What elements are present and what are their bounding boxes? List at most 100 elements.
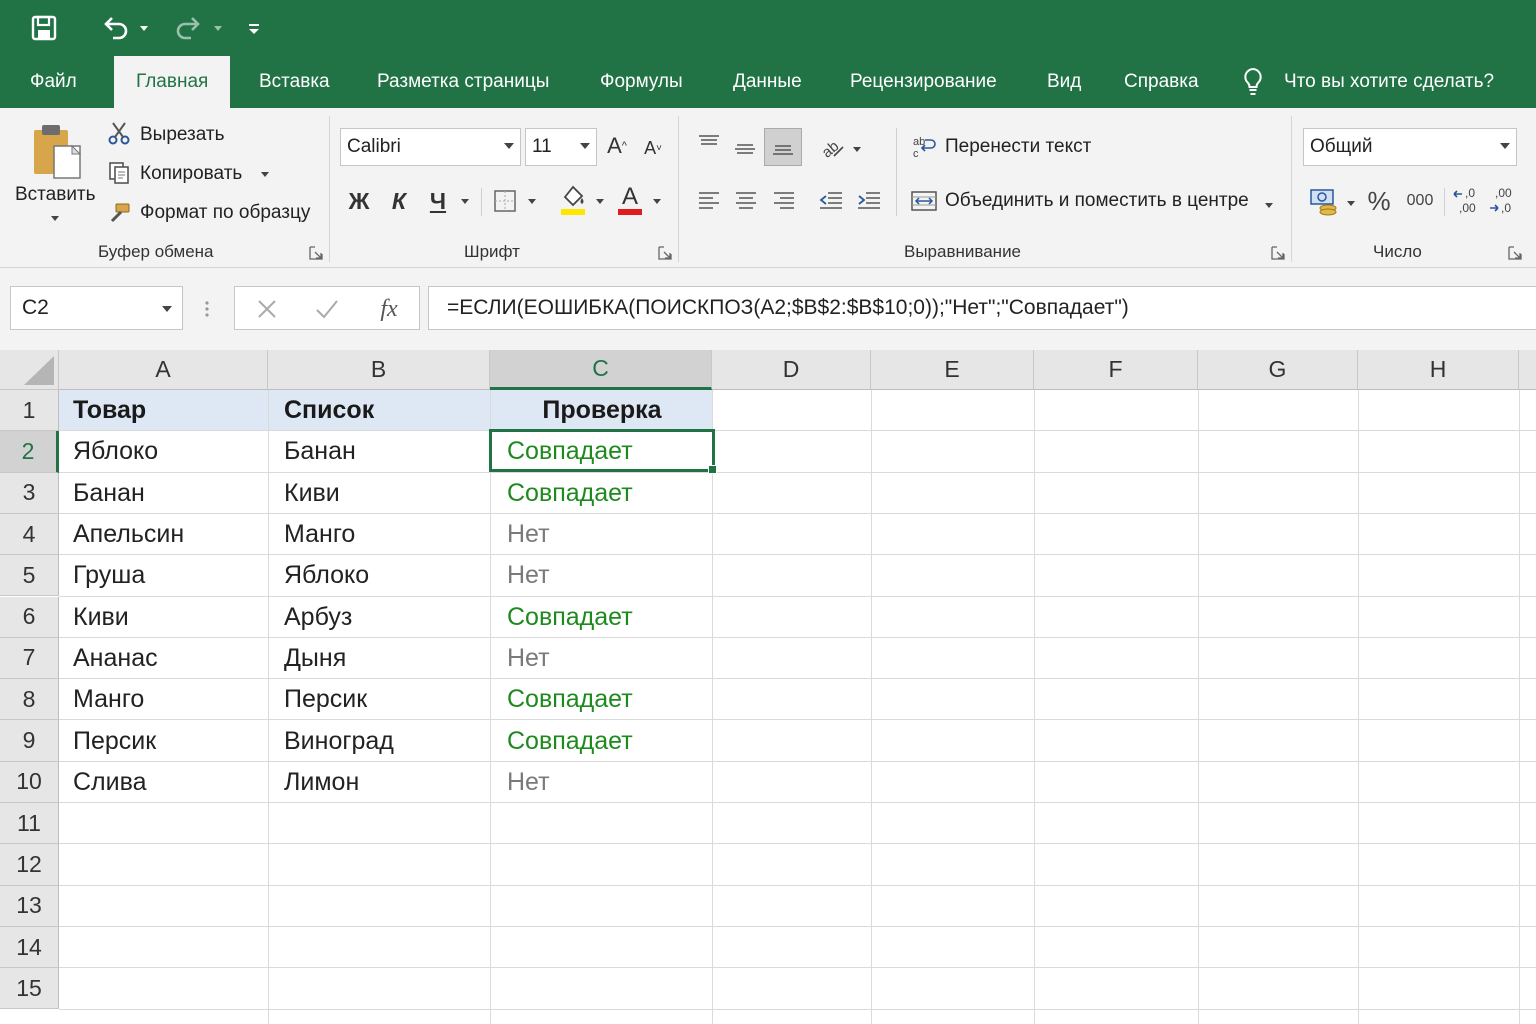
cell-c13[interactable] [491,886,713,927]
tab-help[interactable]: Справка [1124,56,1199,108]
cell-a3[interactable]: Банан [73,473,145,514]
cell-c5[interactable]: Нет [491,555,713,596]
name-box[interactable]: C2 [10,286,183,330]
customize-toolbar-icon[interactable] [244,8,264,48]
clipboard-dialog-launcher-icon[interactable] [309,246,323,260]
fill-handle[interactable] [708,465,717,474]
cell-b8[interactable]: Персик [284,679,367,720]
merge-center-button[interactable]: Объединить и поместить в центре [945,190,1249,212]
align-right-icon[interactable] [769,186,799,216]
row-header-8[interactable]: 8 [0,679,59,721]
align-bottom-icon[interactable] [764,128,802,166]
row-header-1[interactable]: 1 [0,390,59,432]
cell-c15[interactable] [491,968,713,1009]
cell-b9[interactable]: Виноград [284,720,394,761]
tab-file[interactable]: Файл [30,56,77,108]
decrease-decimal-icon[interactable]: ,00,0 [1486,182,1520,218]
cell-b3[interactable]: Киви [284,473,340,514]
cell-c11[interactable] [491,803,713,844]
column-header-b[interactable]: B [268,350,490,390]
tab-page-layout[interactable]: Разметка страницы [377,56,549,108]
bold-button[interactable]: Ж [344,184,374,218]
row-header-2[interactable]: 2 [0,431,59,473]
align-top-icon[interactable] [694,130,724,156]
cell-b2[interactable]: Банан [284,431,356,472]
enter-check-icon[interactable] [313,295,341,323]
cell-a9[interactable]: Персик [73,720,156,761]
cell-b6[interactable]: Арбуз [284,597,352,638]
row-header-10[interactable]: 10 [0,761,59,803]
decrease-indent-icon[interactable] [816,186,846,216]
cell-a5[interactable]: Груша [73,555,145,596]
fill-color-dropdown-icon[interactable] [593,194,607,208]
cell-c12[interactable] [491,844,713,885]
thousands-separator-button[interactable]: 000 [1402,184,1438,218]
tell-me-search[interactable]: Что вы хотите сделать? [1242,56,1494,108]
row-header-4[interactable]: 4 [0,513,59,556]
increase-indent-icon[interactable] [854,186,884,216]
cell-b4[interactable]: Манго [284,514,355,555]
column-header-overflow[interactable] [1519,350,1536,390]
row-header-5[interactable]: 5 [0,555,59,597]
italic-button[interactable]: К [384,184,414,218]
row-header-15[interactable]: 15 [0,968,59,1010]
row-header-3[interactable]: 3 [0,472,59,514]
formula-input[interactable]: =ЕСЛИ(ЕОШИБКА(ПОИСКПОЗ(A2;$B$2:$B$10;0))… [428,286,1536,330]
undo-icon[interactable] [96,8,136,48]
cell-a4[interactable]: Апельсин [73,514,184,555]
row-header-9[interactable]: 9 [0,720,59,762]
column-header-e[interactable]: E [871,350,1034,390]
select-all-button[interactable] [0,350,59,390]
cell-b7[interactable]: Дыня [284,638,346,679]
redo-dropdown-icon[interactable] [210,8,226,48]
increase-decimal-icon[interactable]: ,0,00 [1450,182,1484,218]
cell-b10[interactable]: Лимон [284,762,359,803]
tab-formulas[interactable]: Формулы [600,56,683,108]
tab-home[interactable]: Главная [114,56,230,108]
cell-a10[interactable]: Слива [73,762,147,803]
underline-dropdown-icon[interactable] [458,194,472,208]
cell-b5[interactable]: Яблоко [284,555,369,596]
cell-c14[interactable] [491,927,713,968]
save-icon[interactable] [22,8,66,48]
accounting-format-icon[interactable] [1306,184,1342,218]
orientation-icon[interactable]: ab [816,132,848,162]
cell-c10[interactable]: Нет [491,762,713,803]
formula-bar-grip-icon[interactable] [205,300,209,318]
number-format-select[interactable]: Общий [1303,128,1517,166]
row-header-11[interactable]: 11 [0,803,59,845]
font-color-icon[interactable]: A [614,182,646,218]
percent-button[interactable]: % [1364,184,1394,218]
row-header-14[interactable]: 14 [0,926,59,969]
row-header-13[interactable]: 13 [0,885,59,927]
font-size-select[interactable]: 11 [525,128,597,166]
cell-a7[interactable]: Ананас [73,638,158,679]
wrap-text-button[interactable]: Перенести текст [945,136,1091,158]
align-left-icon[interactable] [694,186,724,216]
paste-dropdown-icon[interactable] [48,212,62,224]
column-header-a[interactable]: A [59,350,268,390]
format-painter-button[interactable]: Формат по образцу [140,202,310,224]
row-header-12[interactable]: 12 [0,844,59,886]
orientation-dropdown-icon[interactable] [850,142,864,156]
shrink-font-icon[interactable]: A ˅ [640,134,666,162]
copy-button[interactable]: Копировать [140,163,242,185]
column-header-f[interactable]: F [1034,350,1198,390]
cell-c1[interactable]: Проверка [491,390,713,431]
cell-a2[interactable]: Яблоко [73,431,158,472]
cell-c7[interactable]: Нет [491,638,713,679]
tab-view[interactable]: Вид [1047,56,1081,108]
font-color-dropdown-icon[interactable] [650,194,664,208]
grow-font-icon[interactable]: A ^ [604,130,630,162]
underline-button[interactable]: Ч [423,184,453,218]
accounting-dropdown-icon[interactable] [1344,196,1358,210]
cancel-icon[interactable] [253,295,281,323]
cell-a8[interactable]: Манго [73,679,144,720]
fill-color-icon[interactable] [556,182,590,218]
tab-insert[interactable]: Вставка [259,56,330,108]
font-dialog-launcher-icon[interactable] [658,246,672,260]
cell-c8[interactable]: Совпадает [491,679,713,720]
column-header-h[interactable]: H [1358,350,1519,390]
borders-dropdown-icon[interactable] [525,194,539,208]
align-middle-icon[interactable] [730,136,760,162]
